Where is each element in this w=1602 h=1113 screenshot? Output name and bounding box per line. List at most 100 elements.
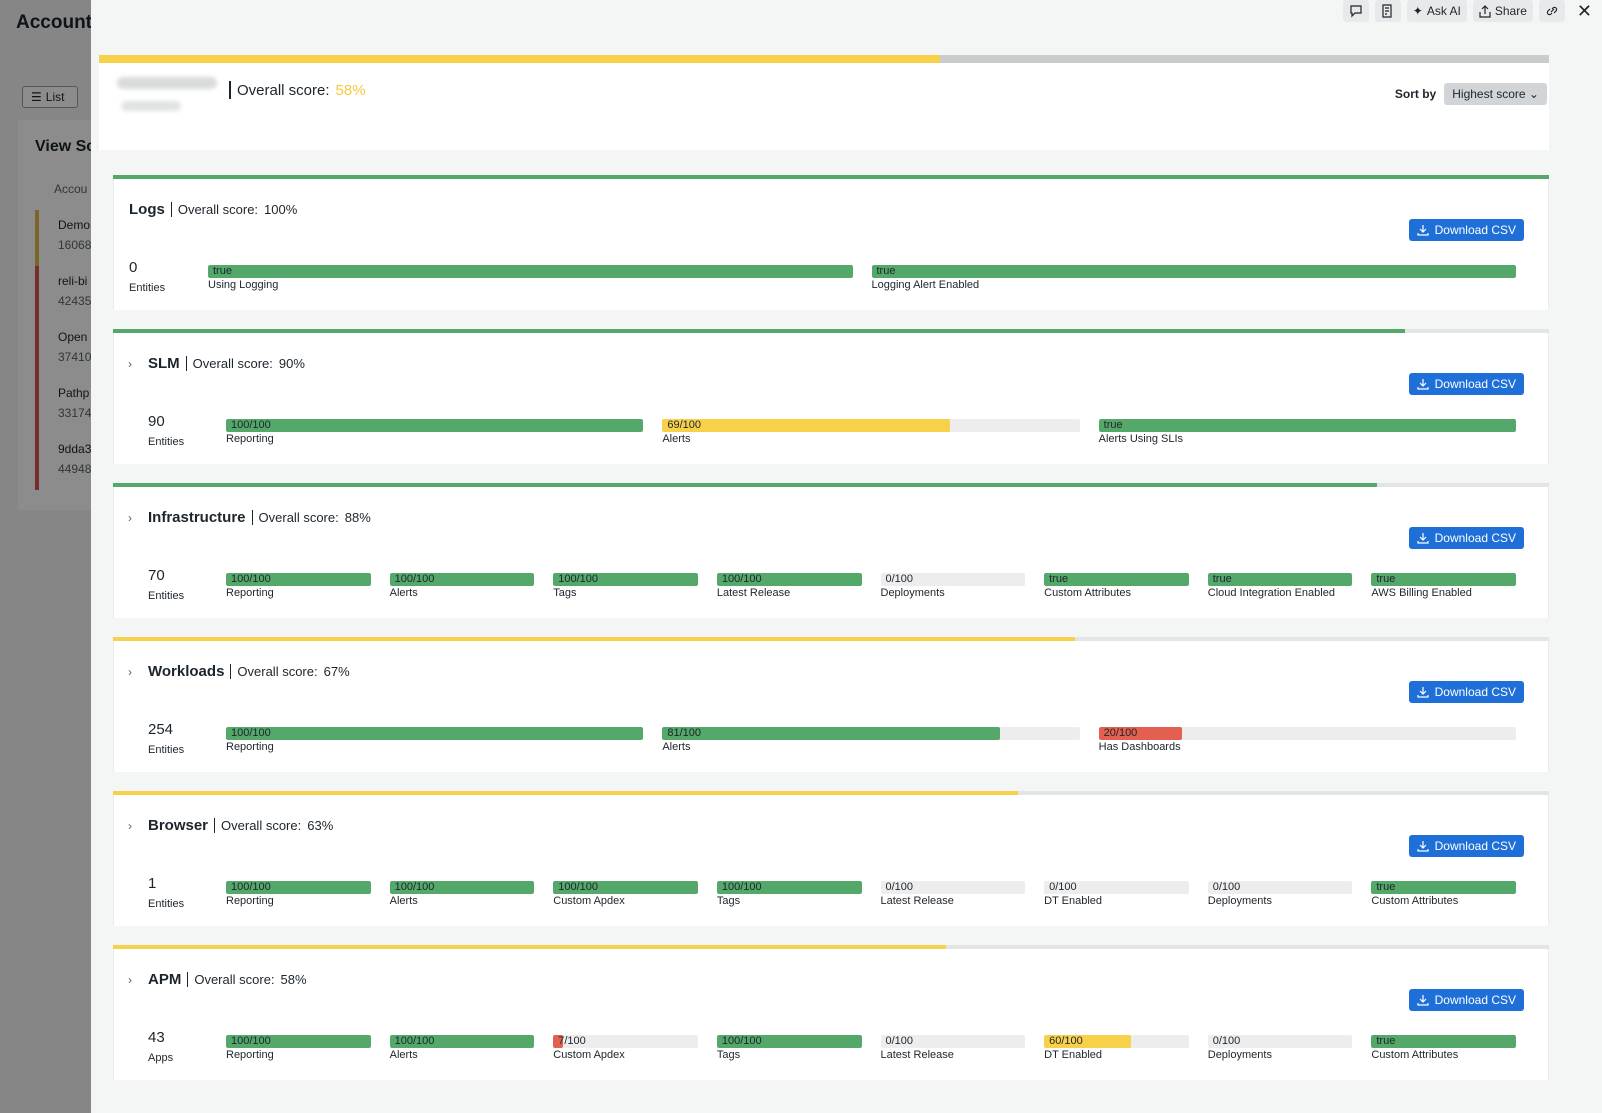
- comment-button[interactable]: [1342, 0, 1369, 22]
- metric-alerts[interactable]: 100/100 Alerts: [389, 573, 535, 599]
- entity-unit: Entities: [129, 282, 166, 294]
- metric-value: 69/100: [667, 419, 701, 431]
- metric-alerts-using-slis[interactable]: true Alerts Using SLIs: [1098, 419, 1516, 445]
- copy-link-button[interactable]: [1538, 0, 1565, 22]
- metric-label: Cloud Integration Enabled: [1207, 587, 1335, 599]
- download-csv-label: Download CSV: [1434, 839, 1516, 853]
- metric-value: 100/100: [394, 881, 435, 893]
- metric-bar: true: [1371, 881, 1516, 894]
- metric-value: 100/100: [721, 1035, 762, 1047]
- metric-label: Reporting: [226, 587, 274, 599]
- metric-has-dashboards[interactable]: 20/100 Has Dashboards: [1098, 727, 1516, 753]
- share-label: Share: [1494, 4, 1527, 18]
- entity-count: 1: [148, 875, 157, 892]
- panel-title[interactable]: Workloads Overall score: 67%: [148, 663, 350, 680]
- metric-latest-release[interactable]: 0/100 Latest Release: [880, 881, 1026, 907]
- ask-ai-button[interactable]: ✦ Ask AI: [1406, 0, 1467, 22]
- metric-reporting[interactable]: 100/100 Reporting: [226, 727, 644, 753]
- metric-latest-release[interactable]: 0/100 Latest Release: [880, 1035, 1026, 1061]
- metric-alerts[interactable]: 69/100 Alerts: [662, 419, 1080, 445]
- overall-score: Overall score: 58%: [229, 81, 366, 99]
- metric-alerts[interactable]: 100/100 Alerts: [389, 881, 535, 907]
- metric-custom-attributes[interactable]: true Custom Attributes: [1371, 881, 1516, 907]
- metric-label: Custom Attributes: [1044, 587, 1131, 599]
- metric-deployments[interactable]: 0/100 Deployments: [1207, 1035, 1353, 1061]
- metric-deployments[interactable]: 0/100 Deployments: [880, 573, 1026, 599]
- modal-overlay[interactable]: [0, 0, 91, 1113]
- expand-chevron-icon[interactable]: ›: [128, 511, 132, 525]
- metric-bar: 0/100: [880, 881, 1026, 894]
- metric-value: true: [1376, 881, 1396, 893]
- metric-tags[interactable]: 100/100 Tags: [553, 573, 698, 599]
- notes-button[interactable]: [1374, 0, 1401, 22]
- sort-select[interactable]: Highest score ⌄: [1444, 83, 1547, 105]
- metric-custom-attributes[interactable]: true Custom Attributes: [1044, 573, 1189, 599]
- metric-value: 100/100: [394, 1035, 435, 1047]
- metric-custom-apdex[interactable]: 7/100 Custom Apdex: [553, 1035, 698, 1061]
- expand-chevron-icon[interactable]: ›: [128, 357, 132, 371]
- metric-cloud-integration-enabled[interactable]: true Cloud Integration Enabled: [1207, 573, 1353, 599]
- overall-score-bar: [99, 55, 1549, 63]
- share-button[interactable]: Share: [1472, 0, 1533, 22]
- metric-custom-attributes[interactable]: true Custom Attributes: [1371, 1035, 1516, 1061]
- divider: [214, 818, 216, 833]
- share-icon: [1479, 4, 1491, 18]
- download-csv-button[interactable]: Download CSV: [1408, 989, 1524, 1011]
- panel-title[interactable]: APM Overall score: 58%: [148, 971, 307, 988]
- expand-chevron-icon[interactable]: ›: [128, 819, 132, 833]
- metric-value: true: [1103, 419, 1123, 431]
- expand-chevron-icon[interactable]: ›: [128, 665, 132, 679]
- metric-label: Alerts Using SLIs: [1098, 433, 1184, 445]
- panel-title[interactable]: Infrastructure Overall score: 88%: [148, 509, 371, 526]
- metric-label: Deployments: [1207, 1049, 1272, 1061]
- metric-reporting[interactable]: 100/100 Reporting: [226, 1035, 371, 1061]
- close-button[interactable]: ✕: [1571, 0, 1598, 22]
- metric-value: 100/100: [394, 573, 435, 585]
- entity-count: 43: [148, 1029, 165, 1046]
- panel-overall-label: Overall score:: [192, 356, 273, 371]
- panel-body: › Workloads Overall score: 67% Download CSV 2…: [113, 641, 1549, 772]
- metric-reporting[interactable]: 100/100 Reporting: [226, 573, 371, 599]
- panel-name: Browser: [148, 817, 209, 834]
- entity-count: 70: [148, 567, 165, 584]
- ask-ai-label: Ask AI: [1426, 4, 1461, 18]
- expand-chevron-icon[interactable]: ›: [128, 973, 132, 987]
- metric-tags[interactable]: 100/100 Tags: [716, 881, 862, 907]
- metric-label: Custom Attributes: [1371, 1049, 1459, 1061]
- download-csv-button[interactable]: Download CSV: [1408, 219, 1524, 241]
- metric-custom-apdex[interactable]: 100/100 Custom Apdex: [553, 881, 698, 907]
- download-csv-button[interactable]: Download CSV: [1408, 527, 1524, 549]
- metric-value: true: [1049, 573, 1069, 585]
- metric-reporting[interactable]: 100/100 Reporting: [226, 881, 371, 907]
- metric-bar: 100/100: [226, 727, 644, 740]
- metric-using-logging[interactable]: true Using Logging: [208, 265, 853, 291]
- metric-alerts[interactable]: 100/100 Alerts: [389, 1035, 535, 1061]
- download-csv-button[interactable]: Download CSV: [1408, 835, 1524, 857]
- metric-bar: 100/100: [226, 1035, 371, 1048]
- panel-title[interactable]: Browser Overall score: 63%: [148, 817, 333, 834]
- metric-label: Tags: [716, 1049, 741, 1061]
- metric-label: Deployments: [880, 587, 945, 599]
- comment-icon: [1350, 5, 1362, 18]
- panel-body: › Infrastructure Overall score: 88% Download…: [113, 487, 1549, 618]
- panel-title[interactable]: SLM Overall score: 90%: [148, 355, 305, 372]
- scorecard-panel-slm: › SLM Overall score: 90% Download CSV 90 Entit…: [113, 329, 1549, 464]
- metric-deployments[interactable]: 0/100 Deployments: [1207, 881, 1353, 907]
- metric-label: Reporting: [226, 895, 274, 907]
- metric-bar: 0/100: [880, 573, 1026, 586]
- metric-dt-enabled[interactable]: 60/100 DT Enabled: [1044, 1035, 1189, 1061]
- metric-label: Alerts: [389, 1049, 418, 1061]
- metric-bar-fill: [1098, 419, 1516, 432]
- metric-alerts[interactable]: 81/100 Alerts: [662, 727, 1080, 753]
- metric-latest-release[interactable]: 100/100 Latest Release: [716, 573, 862, 599]
- metric-value: 100/100: [231, 419, 271, 431]
- metric-reporting[interactable]: 100/100 Reporting: [226, 419, 644, 445]
- metric-dt-enabled[interactable]: 0/100 DT Enabled: [1044, 881, 1189, 907]
- scorecard-panel-browser: › Browser Overall score: 63% Download CSV 1 En…: [113, 791, 1549, 926]
- download-csv-button[interactable]: Download CSV: [1408, 373, 1524, 395]
- metric-logging-alert-enabled[interactable]: true Logging Alert Enabled: [871, 265, 1516, 291]
- metric-value: 100/100: [231, 881, 271, 893]
- download-csv-button[interactable]: Download CSV: [1408, 681, 1524, 703]
- metric-tags[interactable]: 100/100 Tags: [716, 1035, 862, 1061]
- metric-aws-billing-enabled[interactable]: true AWS Billing Enabled: [1371, 573, 1516, 599]
